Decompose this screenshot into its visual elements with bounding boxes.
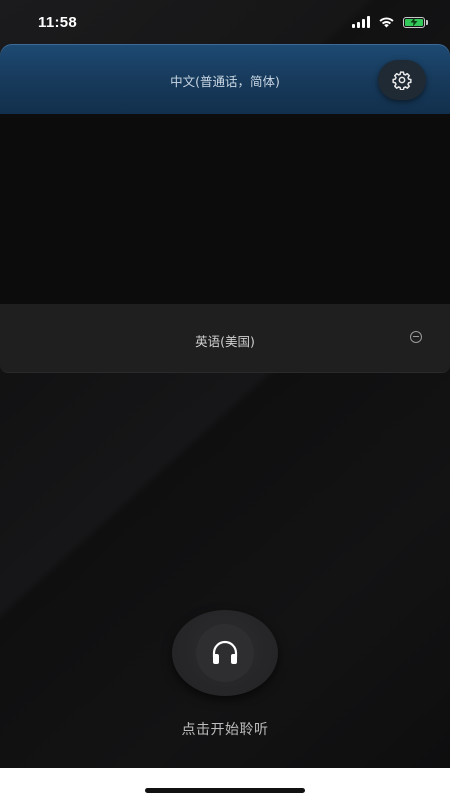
status-time: 11:58 [38, 13, 78, 31]
minus-circle-icon[interactable] [410, 331, 422, 343]
start-listening-label: 点击开始聆听 [181, 722, 269, 738]
app-screen: 11:58 中文(普通话，简体) 英语(美国) 点击开始聆听 [0, 0, 450, 768]
listen-button-inner[interactable] [196, 624, 254, 682]
start-listening-button[interactable] [172, 610, 278, 696]
status-icons [352, 16, 428, 28]
gear-icon [392, 71, 412, 90]
wifi-icon [379, 17, 394, 28]
cellular-signal-icon [352, 16, 370, 28]
source-text-area [0, 114, 450, 304]
target-language-panel[interactable]: 英语(美国) [0, 304, 450, 373]
battery-icon [403, 16, 428, 28]
target-language-label[interactable]: 英语(美国) [0, 331, 450, 350]
headphones-icon [212, 640, 238, 664]
home-indicator-area [0, 768, 450, 800]
source-language-panel[interactable]: 中文(普通话，简体) [0, 44, 450, 114]
status-bar: 11:58 [0, 0, 450, 44]
settings-button[interactable] [378, 60, 426, 100]
home-indicator[interactable] [145, 788, 305, 793]
